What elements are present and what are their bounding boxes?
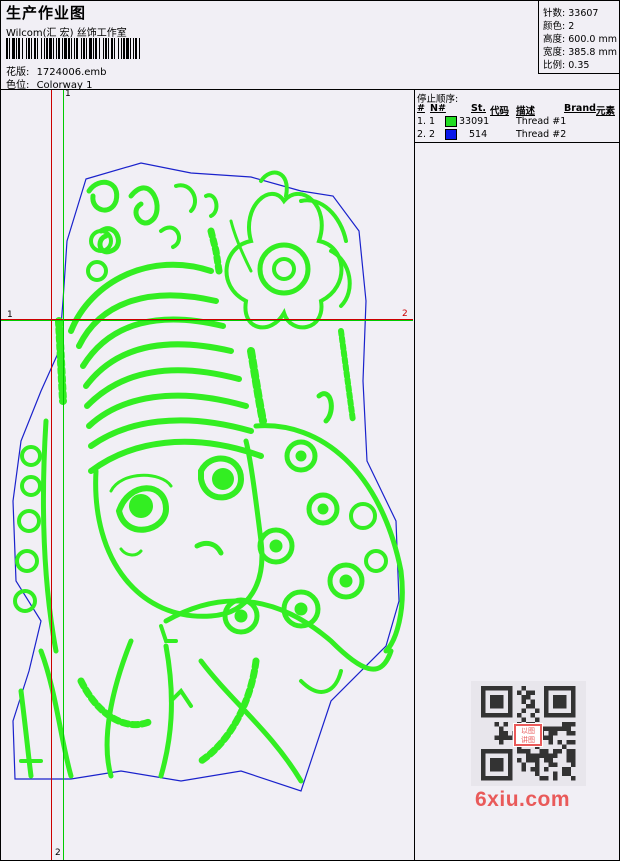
- guide-label: 1: [65, 89, 71, 99]
- stat-width: 宽度: 385.8 mm: [543, 47, 617, 58]
- col-header-brand: Brand: [564, 103, 596, 114]
- row-index: 1.: [417, 116, 427, 127]
- vertical-guide-line: [51, 90, 52, 860]
- guide-label: 1: [7, 310, 13, 320]
- panel-divider: [414, 142, 415, 860]
- thread-color-swatch: [445, 116, 457, 127]
- row-index: 2.: [417, 129, 427, 140]
- stat-stitches: 针数: 33607: [543, 8, 599, 19]
- thread-color-swatch: [445, 129, 457, 140]
- watermark-text: 6xiu.com: [475, 788, 571, 811]
- row-needle: 1: [429, 116, 436, 127]
- col-header-element: 元素: [596, 106, 616, 117]
- col-header-description: 描述: [516, 106, 536, 117]
- stat-height: 高度: 600.0 mm: [543, 34, 617, 45]
- row-needle: 2: [429, 129, 436, 140]
- col-header-index: #: [417, 103, 425, 114]
- row-description: Thread #2: [516, 129, 567, 140]
- col-header-needle: N#: [430, 103, 446, 114]
- production-worksheet: 生产作业图 Wilcom(汇 宏) 丝饰工作室 花版: 1724006.emb …: [0, 0, 620, 861]
- guide-label: 2: [402, 309, 408, 319]
- stat-colors: 颜色: 2: [543, 21, 575, 32]
- row-stitches: 33091: [459, 116, 490, 127]
- stats-box: 针数: 33607 颜色: 2 高度: 600.0 mm 宽度: 385.8 m…: [538, 1, 620, 74]
- row-description: Thread #1: [516, 116, 567, 127]
- col-header-code: 代码: [490, 106, 510, 117]
- col-header-stitches: St.: [471, 103, 486, 114]
- row-stitches: 514: [469, 129, 488, 140]
- guide-label: 2: [55, 848, 61, 858]
- stat-scale: 比例: 0.35: [543, 60, 590, 71]
- svg-text:讲图: 讲图: [521, 735, 535, 744]
- vertical-guide-line-green: [63, 90, 64, 860]
- seal-text: 以图: [521, 727, 535, 735]
- stop-sequence-panel: 停止顺序: # N# St. 代码 描述 Brand 元素 1. 1 33091…: [414, 90, 620, 143]
